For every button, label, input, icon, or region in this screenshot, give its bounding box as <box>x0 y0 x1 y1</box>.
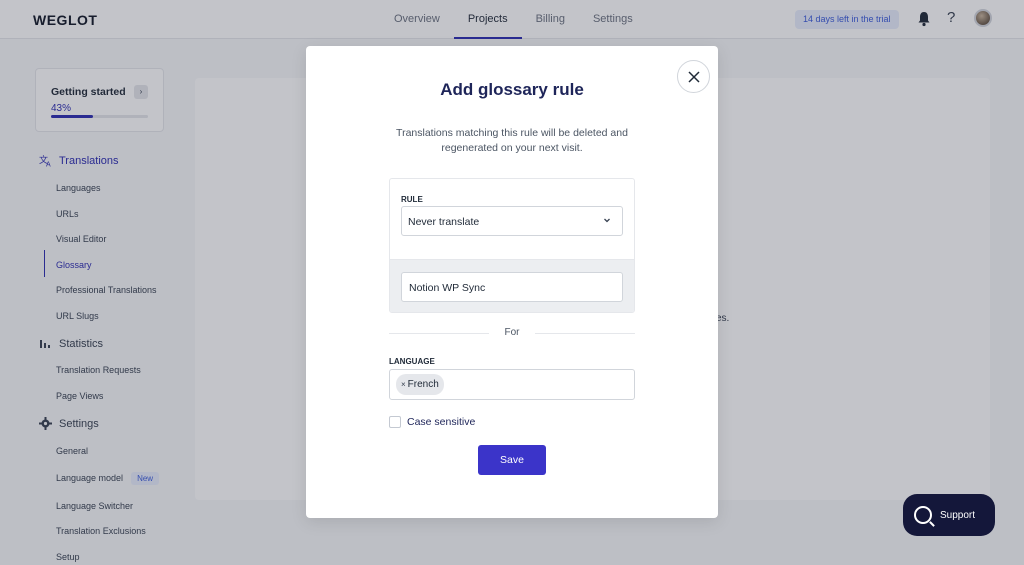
save-button[interactable]: Save <box>478 445 546 475</box>
modal-description: Translations matching this rule will be … <box>396 127 628 154</box>
language-label: LANGUAGE <box>389 357 435 366</box>
add-glossary-rule-modal: Add glossary rule Translations matching … <box>306 46 718 518</box>
rule-select-value: Never translate <box>408 216 480 228</box>
term-input[interactable]: Notion WP Sync <box>401 272 623 302</box>
support-button[interactable]: Support <box>903 494 995 536</box>
search-icon <box>914 506 932 524</box>
modal-title: Add glossary rule <box>440 80 584 99</box>
case-sensitive-row: Case sensitive <box>389 416 475 428</box>
remove-icon[interactable]: × <box>401 380 406 389</box>
language-chip-label: French <box>407 379 439 390</box>
for-label: For <box>489 327 535 338</box>
term-panel: Notion WP Sync <box>390 259 634 312</box>
language-select[interactable]: × French <box>389 369 635 400</box>
rule-label: RULE <box>401 195 423 204</box>
case-sensitive-label[interactable]: Case sensitive <box>407 416 475 428</box>
support-label: Support <box>940 509 976 521</box>
chevron-down-icon <box>604 218 610 223</box>
case-sensitive-checkbox[interactable] <box>389 416 401 428</box>
rule-panel: RULE Never translate Notion WP Sync <box>389 178 635 313</box>
language-chip-french: × French <box>396 374 444 395</box>
rule-select[interactable]: Never translate <box>401 206 623 236</box>
